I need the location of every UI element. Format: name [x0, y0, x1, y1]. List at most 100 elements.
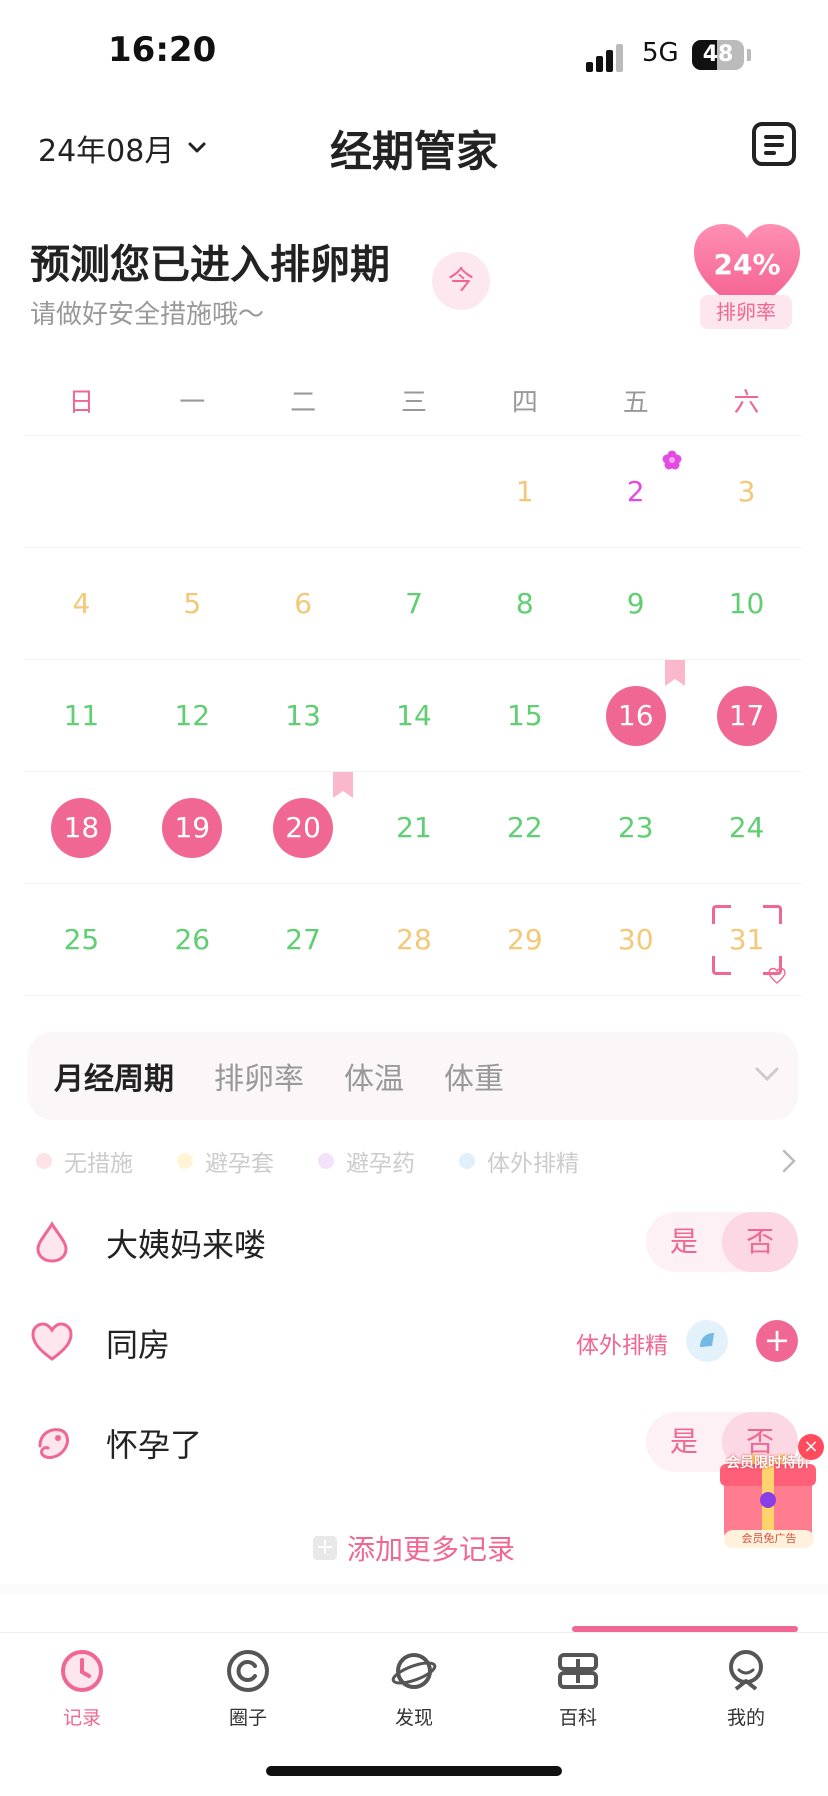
weekday-fri: 五 [622, 387, 649, 418]
day-cell[interactable]: 8 [469, 548, 580, 659]
nav-label: 记录 [62, 1707, 101, 1729]
day-number: 20 [273, 797, 334, 858]
day-number: 16 [605, 685, 666, 746]
day-cell[interactable]: 25 [26, 884, 137, 995]
legend-item: 避孕药 [318, 1144, 415, 1178]
day-cell[interactable]: 27 [248, 884, 359, 995]
tab-weight[interactable]: 体重 [444, 1054, 504, 1098]
day-cell[interactable]: 15 [469, 660, 580, 771]
weekday-thu: 四 [511, 387, 538, 418]
pregnant-yes-button[interactable]: 是 [646, 1412, 722, 1472]
calendar: 日 一 二 三 四 五 六 1 2 3 4 5 6 7 8 9 10 11 12… [26, 365, 802, 996]
day-number: 24 [728, 811, 765, 844]
day-cell[interactable]: 10 [691, 548, 802, 659]
nav-circle[interactable]: 圈子 [188, 1647, 308, 1730]
status-time: 16:20 [108, 30, 217, 70]
nav-record[interactable]: 记录 [22, 1647, 142, 1730]
legend-label: 无措施 [64, 1151, 133, 1177]
period-no-button[interactable]: 否 [722, 1212, 798, 1272]
chevron-right-icon[interactable] [780, 1148, 798, 1174]
legend-item: 避孕套 [177, 1144, 274, 1178]
day-cell[interactable]: 14 [359, 660, 470, 771]
legend-item: 体外排精 [459, 1144, 579, 1178]
day-cell[interactable]: 3 [691, 436, 802, 547]
day-number: 2 [626, 475, 645, 508]
day-cell[interactable]: 6 [248, 548, 359, 659]
signal-icon [586, 44, 630, 72]
day-cell-period[interactable]: 18 [26, 772, 137, 883]
withdrawal-icon[interactable] [686, 1320, 728, 1362]
day-cell[interactable]: 29 [469, 884, 580, 995]
day-cell[interactable]: 12 [137, 660, 248, 771]
day-cell-today[interactable]: 31 [691, 884, 802, 995]
withdrawal-icon [459, 1153, 475, 1169]
day-cell[interactable]: 30 [580, 884, 691, 995]
period-toggle: 是 否 [646, 1212, 798, 1272]
drop-icon [36, 1221, 68, 1263]
nav-discover[interactable]: 发现 [354, 1647, 474, 1730]
day-number: 6 [294, 587, 313, 620]
day-number: 18 [51, 797, 112, 858]
day-number: 15 [507, 699, 543, 732]
day-number: 8 [515, 587, 534, 620]
pill-icon [318, 1153, 334, 1169]
page-title: 经期管家 [329, 127, 498, 176]
day-cell[interactable]: 13 [248, 660, 359, 771]
day-cell[interactable]: 23 [580, 772, 691, 883]
add-intercourse-button[interactable]: + [756, 1320, 798, 1362]
day-number: 29 [507, 923, 543, 956]
day-number: 9 [626, 587, 645, 620]
battery-cap [747, 49, 751, 61]
day-cell[interactable]: 1 [469, 436, 580, 547]
legend-label: 体外排精 [487, 1151, 579, 1177]
day-cell[interactable]: 28 [359, 884, 470, 995]
day-cell[interactable]: 9 [580, 548, 691, 659]
nav-encyclopedia[interactable]: 百科 [518, 1647, 638, 1730]
circle-community-icon [227, 1650, 269, 1692]
calendar-week: 4 5 6 7 8 9 10 [26, 548, 802, 660]
day-cell[interactable]: 4 [26, 548, 137, 659]
day-cell-period[interactable]: 19 [137, 772, 248, 883]
day-cell-ovulation[interactable]: 2 [580, 436, 691, 547]
nav-label: 我的 [726, 1707, 765, 1729]
day-cell[interactable]: 11 [26, 660, 137, 771]
chevron-down-icon[interactable] [754, 1064, 780, 1084]
book-icon [558, 1653, 598, 1689]
add-more-records-button[interactable]: + 添加更多记录 [0, 1528, 828, 1568]
tab-temperature[interactable]: 体温 [344, 1054, 404, 1098]
nav-label: 百科 [558, 1707, 597, 1729]
tab-cycle[interactable]: 月经周期 [54, 1054, 174, 1098]
day-cell[interactable]: 21 [359, 772, 470, 883]
nav-label: 圈子 [228, 1707, 267, 1729]
day-cell-period[interactable]: 17 [691, 660, 802, 771]
day-number: 3 [737, 475, 756, 508]
day-cell[interactable]: 26 [137, 884, 248, 995]
planet-icon [391, 1653, 437, 1689]
day-number: 30 [617, 923, 654, 956]
day-cell-empty [26, 436, 137, 547]
weekday-sat: 六 [733, 387, 760, 418]
day-number: 10 [728, 587, 765, 620]
no-protection-icon [36, 1153, 52, 1169]
condom-icon [177, 1153, 193, 1169]
prediction-title: 预测您已进入排卵期 [30, 242, 390, 288]
day-cell[interactable]: 5 [137, 548, 248, 659]
bookmark-icon [332, 772, 353, 798]
nav-profile[interactable]: 我的 [686, 1647, 806, 1730]
day-cell[interactable]: 24 [691, 772, 802, 883]
today-button[interactable]: 今 [432, 252, 490, 310]
day-number: 11 [63, 699, 100, 732]
day-cell-period[interactable]: 16 [580, 660, 691, 771]
day-number: 28 [396, 923, 432, 956]
day-cell-period[interactable]: 20 [248, 772, 359, 883]
tab-ovulation[interactable]: 排卵率 [214, 1054, 304, 1098]
close-icon[interactable]: × [798, 1434, 824, 1460]
calendar-week: 1 2 3 [26, 436, 802, 548]
day-cell[interactable]: 22 [469, 772, 580, 883]
notes-icon[interactable] [752, 122, 796, 166]
contraception-legend: 无措施 避孕套 避孕药 体外排精 [36, 1144, 623, 1178]
day-cell[interactable]: 7 [359, 548, 470, 659]
day-number: 7 [405, 587, 423, 620]
nav-label: 发现 [394, 1707, 433, 1729]
period-yes-button[interactable]: 是 [646, 1212, 722, 1272]
